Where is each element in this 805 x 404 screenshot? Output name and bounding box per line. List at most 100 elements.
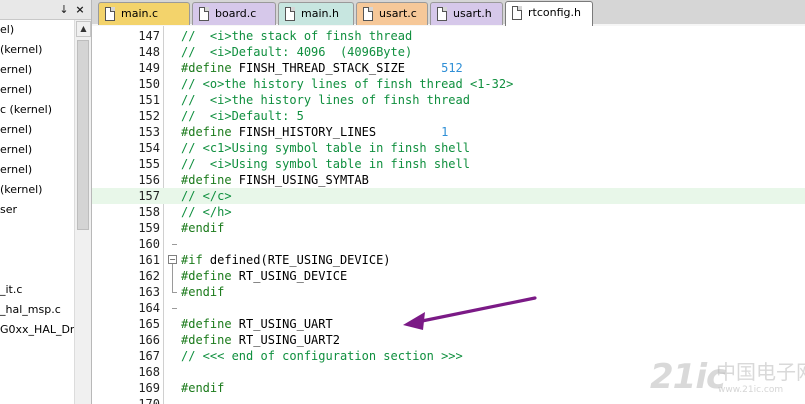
code-token-ident: FINSH_THREAD_STACK_SIZE <box>231 61 442 75</box>
tab-board-c[interactable]: board.c <box>192 2 276 25</box>
code-text: #endif <box>181 380 224 396</box>
tab-label: main.h <box>301 7 339 20</box>
tab-usart-h[interactable]: usart.h <box>430 2 503 25</box>
code-line[interactable]: 150 // <o>the history lines of finsh thre… <box>92 76 805 92</box>
tab-label: main.c <box>121 7 159 20</box>
tree-item[interactable]: ernel) <box>0 120 32 140</box>
line-number: 149 <box>138 61 160 75</box>
tree-item[interactable]: (kernel) <box>0 40 42 60</box>
code-token-ident: defined(RTE_USING_DEVICE) <box>202 253 391 267</box>
line-number: 160 <box>138 237 160 251</box>
tree-item[interactable]: ernel) <box>0 140 32 160</box>
code-token-comment: // </c> <box>181 189 232 203</box>
code-token-keyword: #define <box>181 173 232 187</box>
code-text: #define FINSH_USING_SYMTAB <box>181 172 369 188</box>
code-token-comment: // <o>the history lines of finsh thread … <box>181 77 514 91</box>
code-line[interactable]: 152 // <i>Default: 5 <box>92 108 805 124</box>
code-text: #endif <box>181 220 224 236</box>
code-line[interactable]: 147 // <i>the stack of finsh thread <box>92 28 805 44</box>
tab-main-c[interactable]: main.c <box>98 2 190 25</box>
tree-item[interactable]: ernel) <box>0 60 32 80</box>
tree-item[interactable]: ernel) <box>0 80 32 100</box>
line-number: 153 <box>138 125 160 139</box>
tree-item[interactable]: (kernel) <box>0 180 42 200</box>
code-line[interactable]: 158 // </h> <box>92 204 805 220</box>
fold-end-marker <box>172 308 177 309</box>
code-text: // </h> <box>181 204 232 220</box>
line-number: 147 <box>138 29 160 43</box>
line-number: 166 <box>138 333 160 347</box>
code-token-ident: RT_USING_DEVICE <box>231 269 348 283</box>
close-icon[interactable]: × <box>74 3 86 16</box>
code-line[interactable]: 162 #define RT_USING_DEVICE <box>92 268 805 284</box>
tree-item[interactable]: c (kernel) <box>0 100 52 120</box>
code-line[interactable]: 164 <box>92 300 805 316</box>
code-line[interactable]: 155 // <i>Using symbol table in finsh she… <box>92 156 805 172</box>
code-token-comment: // <<< end of configuration section >>> <box>181 349 463 363</box>
code-line[interactable]: 160 <box>92 236 805 252</box>
watermark-site-name: 中国电子网 <box>716 360 805 384</box>
code-text: // <i>Using symbol table in finsh shell <box>181 156 470 172</box>
tree-item[interactable]: _hal_msp.c <box>0 300 61 320</box>
file-icon <box>199 7 209 21</box>
code-line[interactable]: 154 // <c1>Using symbol table in finsh sh… <box>92 140 805 156</box>
fold-guide <box>172 264 173 292</box>
code-editor[interactable]: 147 // <i>the stack of finsh thread 148 // … <box>92 26 805 404</box>
code-line[interactable]: 159 #endif <box>92 220 805 236</box>
code-text: // <c1>Using symbol table in finsh shell <box>181 140 470 156</box>
code-line[interactable]: 166 #define RT_USING_UART2 <box>92 332 805 348</box>
vertical-scrollbar[interactable]: ▲ <box>74 20 91 404</box>
code-token-comment: // <i>the history lines of finsh thread <box>181 93 470 107</box>
code-line[interactable]: 151 // <i>the history lines of finsh thre… <box>92 92 805 108</box>
tree-item[interactable]: el) <box>0 20 14 40</box>
tab-usart-c[interactable]: usart.c <box>356 2 428 25</box>
code-token-number: 1 <box>441 125 449 139</box>
watermark-logo: 21ic <box>650 357 726 397</box>
code-line[interactable]: 149 #define FINSH_THREAD_STACK_SIZE 512 <box>92 60 805 76</box>
tab-label: usart.c <box>379 7 417 20</box>
line-number: 154 <box>138 141 160 155</box>
line-number: 170 <box>138 397 160 404</box>
code-token-keyword: #define <box>181 61 232 75</box>
file-icon <box>285 7 295 21</box>
code-line[interactable]: 148 // <i>Default: 4096 (4096Byte) <box>92 44 805 60</box>
tab-label: rtconfig.h <box>528 6 581 19</box>
code-line[interactable]: 165 #define RT_USING_UART <box>92 316 805 332</box>
line-number: 162 <box>138 269 160 283</box>
line-number: 158 <box>138 205 160 219</box>
code-line[interactable]: 153 #define FINSH_HISTORY_LINES 1 <box>92 124 805 140</box>
code-text: #define FINSH_HISTORY_LINES 1 <box>181 124 448 140</box>
tree-item[interactable]: ser <box>0 200 17 220</box>
line-number: 151 <box>138 93 160 107</box>
code-line[interactable]: 161 #if defined(RTE_USING_DEVICE) <box>92 252 805 268</box>
code-line[interactable]: 157 // </c> <box>92 188 805 204</box>
file-icon <box>363 7 373 21</box>
fold-end-marker <box>172 244 177 245</box>
tree-item[interactable]: G0xx_HAL_Dri <box>0 320 74 340</box>
code-token-keyword: #endif <box>181 221 225 235</box>
code-text: // <i>Default: 4096 (4096Byte) <box>181 44 412 60</box>
tree-item[interactable]: ernel) <box>0 160 32 180</box>
tab-main-h[interactable]: main.h <box>278 2 354 25</box>
tab-rtconfig-h[interactable]: rtconfig.h <box>505 1 593 26</box>
scroll-thumb[interactable] <box>77 40 89 230</box>
code-text: #define RT_USING_UART <box>181 316 333 332</box>
scroll-up-button[interactable]: ▲ <box>76 21 91 37</box>
fold-toggle-icon[interactable]: − <box>168 255 177 264</box>
tree-item[interactable]: _it.c <box>0 280 22 300</box>
file-icon <box>105 7 115 21</box>
pin-icon[interactable]: ↓ <box>58 3 70 16</box>
line-number: 168 <box>138 365 160 379</box>
watermark: 21ic 中国电子网 www.21ic.com <box>650 356 805 402</box>
code-line[interactable]: 163 #endif <box>92 284 805 300</box>
code-token-ident: FINSH_USING_SYMTAB <box>231 173 369 187</box>
fold-end-marker <box>172 292 177 293</box>
code-token-comment: // <c1>Using symbol table in finsh shell <box>181 141 470 155</box>
editor-tab-strip: main.c board.c main.h usart.c usart.h rtconfi… <box>92 0 805 26</box>
line-number: 169 <box>138 381 160 395</box>
code-token-keyword: #if <box>181 253 203 267</box>
line-number: 161 <box>138 253 160 267</box>
code-token-comment: // <i>Default: 5 <box>181 109 304 123</box>
code-line[interactable]: 156 #define FINSH_USING_SYMTAB <box>92 172 805 188</box>
line-number: 164 <box>138 301 160 315</box>
